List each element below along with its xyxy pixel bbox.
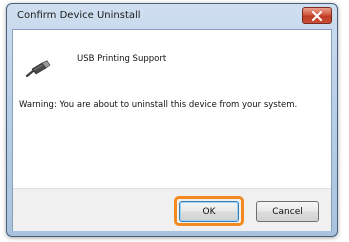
confirm-device-uninstall-dialog: Confirm Device Uninstall USB Printing Su… [6, 3, 338, 237]
close-icon [312, 10, 322, 21]
warning-message: Warning: You are about to uninstall this… [19, 100, 298, 110]
button-bar: OK Cancel [13, 188, 331, 231]
window-title: Confirm Device Uninstall [17, 10, 141, 21]
dialog-body: USB Printing Support Warning: You are ab… [12, 29, 332, 231]
device-name: USB Printing Support [77, 54, 167, 64]
title-bar[interactable]: Confirm Device Uninstall [7, 4, 337, 28]
usb-plug-icon [25, 60, 51, 78]
ok-button[interactable]: OK [179, 201, 239, 222]
close-button[interactable] [302, 7, 332, 24]
cancel-button[interactable]: Cancel [256, 201, 319, 222]
